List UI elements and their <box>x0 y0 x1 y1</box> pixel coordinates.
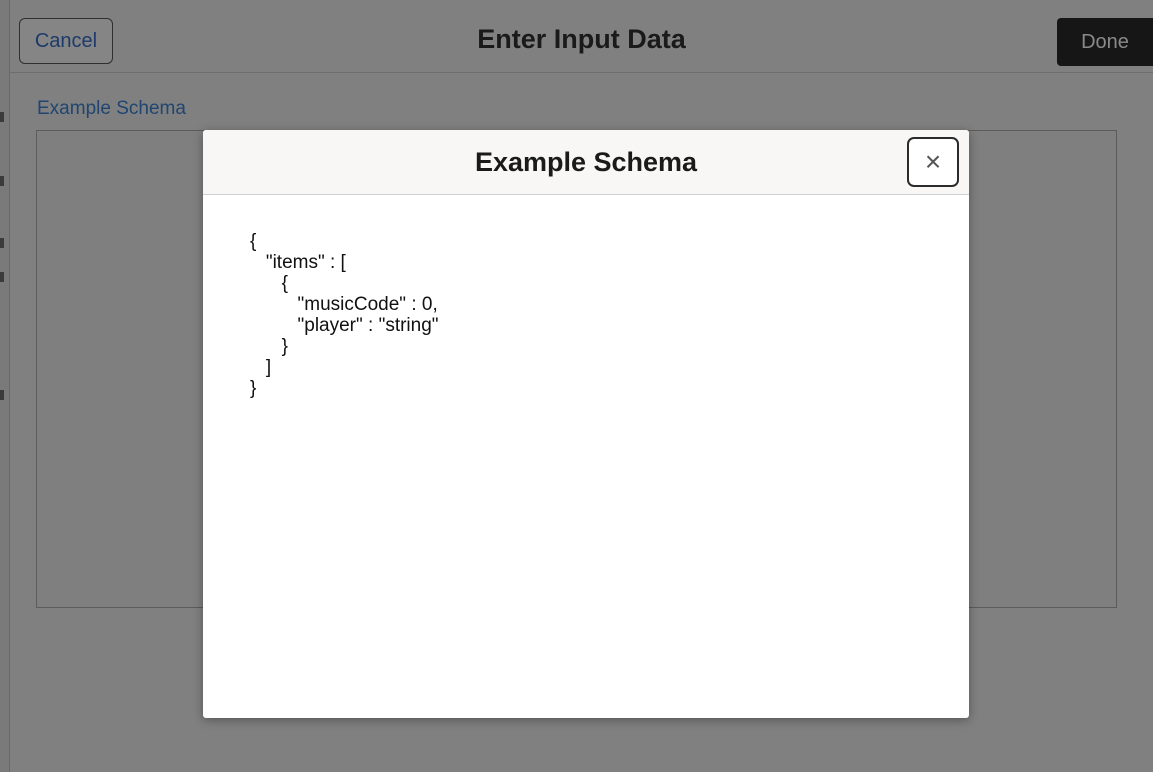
strip-marker <box>0 112 4 122</box>
page-header: Cancel Enter Input Data Done <box>10 6 1153 73</box>
code-line: "player" : "string" <box>250 315 439 336</box>
modal-title: Example Schema <box>474 147 698 177</box>
strip-marker <box>0 238 4 248</box>
close-icon: × <box>924 146 942 177</box>
code-line: } <box>250 336 289 357</box>
code-line: "musicCode" : 0, <box>250 294 438 315</box>
example-schema-modal: Example Schema × { "items" : [ { "musicC… <box>203 130 969 718</box>
code-line: } <box>250 378 257 399</box>
schema-code-block: { "items" : [ { "musicCode" : 0, "player… <box>250 231 439 399</box>
example-schema-link[interactable]: Example Schema <box>37 98 186 120</box>
code-line: "items" : [ <box>250 252 346 273</box>
page-title: Enter Input Data <box>477 24 686 54</box>
code-line: { <box>250 273 289 294</box>
code-line: ] <box>250 357 272 378</box>
strip-marker <box>0 390 4 400</box>
modal-header: Example Schema × <box>203 130 969 195</box>
strip-marker <box>0 272 4 282</box>
code-line: { <box>250 231 257 252</box>
done-button[interactable]: Done <box>1057 18 1153 66</box>
left-edge-strip <box>0 0 10 772</box>
strip-marker <box>0 176 4 186</box>
close-button[interactable]: × <box>907 137 959 187</box>
